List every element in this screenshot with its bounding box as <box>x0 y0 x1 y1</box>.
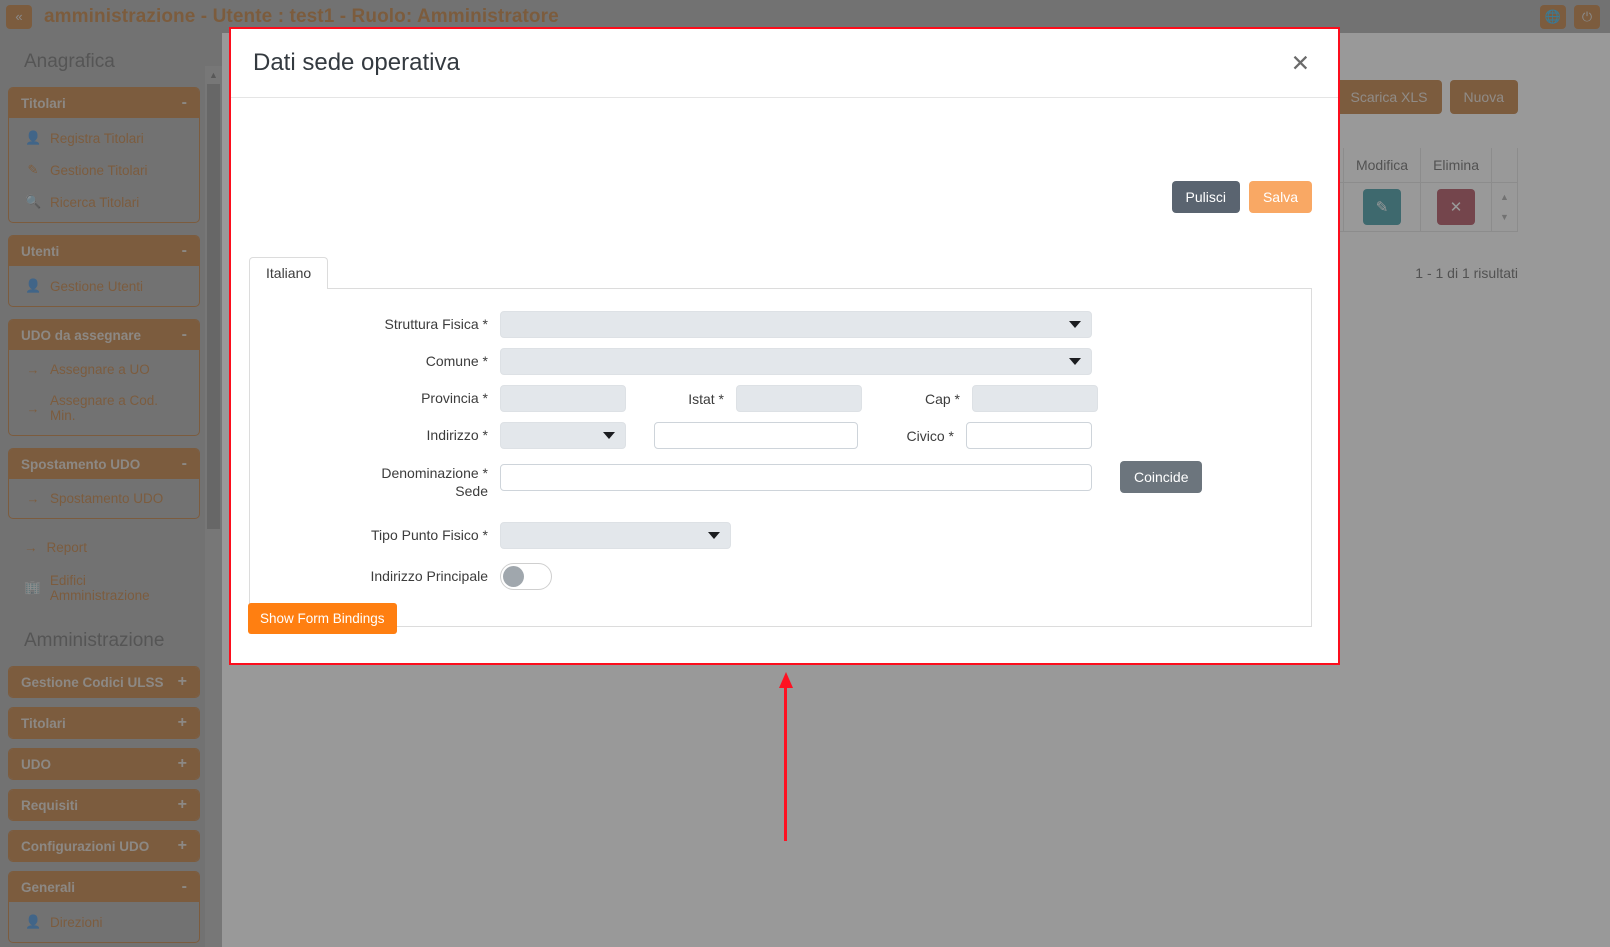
provincia-input[interactable] <box>500 385 626 412</box>
chevron-down-icon <box>708 532 720 539</box>
pulisci-button[interactable]: Pulisci <box>1171 181 1240 213</box>
control-denominazione-sede: Coincide <box>500 461 1203 493</box>
control-indirizzo-principale <box>500 563 552 590</box>
indirizzo-select[interactable] <box>500 422 626 449</box>
comune-select[interactable] <box>500 348 1092 375</box>
indirizzo-principale-toggle[interactable] <box>500 563 552 590</box>
row-denominazione-sede: Denominazione * Sede Coincide <box>250 461 1311 500</box>
show-form-bindings-button[interactable]: Show Form Bindings <box>248 603 397 634</box>
cap-input[interactable] <box>972 385 1098 412</box>
label-provincia: Provincia * <box>421 389 488 406</box>
label-indirizzo-principale: Indirizzo Principale <box>370 567 489 584</box>
control-indirizzo-civico: Civico * <box>500 422 1092 449</box>
label-cap: Cap * <box>924 390 960 407</box>
tipo-punto-fisico-select[interactable] <box>500 522 731 549</box>
label-denominazione-line2: Sede <box>455 482 488 499</box>
indirizzo-text-input[interactable] <box>654 422 858 449</box>
arrow-line <box>784 686 787 841</box>
chevron-down-icon <box>603 432 615 439</box>
struttura-fisica-select[interactable] <box>500 311 1092 338</box>
modal-body: Pulisci Salva Italiano Struttura Fisica … <box>231 98 1338 665</box>
label-denominazione-sede: Denominazione * Sede <box>250 461 500 500</box>
label-civico: Civico * <box>906 427 954 444</box>
app-root: « amministrazione - Utente : test1 - Ruo… <box>0 0 1610 947</box>
chevron-down-icon <box>1069 321 1081 328</box>
salva-button[interactable]: Salva <box>1248 181 1312 213</box>
control-struttura-fisica <box>500 311 1092 338</box>
coincide-button[interactable]: Coincide <box>1120 461 1203 493</box>
tab-panel-italiano: Struttura Fisica * Comune * Provincia * … <box>249 288 1312 627</box>
label-tipo-punto-fisico: Tipo Punto Fisico * <box>371 526 488 543</box>
modal-header: Dati sede operativa ✕ <box>231 29 1338 98</box>
control-provincia-istat-cap: Istat * Cap * <box>500 385 1098 412</box>
row-tipo-punto-fisico: Tipo Punto Fisico * <box>250 522 1311 549</box>
denominazione-sede-input[interactable] <box>500 463 1092 491</box>
row-indirizzo-civico: Indirizzo * Civico * <box>250 422 1311 449</box>
control-comune <box>500 348 1092 375</box>
row-struttura-fisica: Struttura Fisica * <box>250 311 1311 338</box>
label-struttura-fisica: Struttura Fisica * <box>384 315 488 332</box>
dati-sede-operativa-modal: Dati sede operativa ✕ Pulisci Salva Ital… <box>229 27 1340 665</box>
modal-title: Dati sede operativa <box>253 49 460 76</box>
label-istat: Istat * <box>688 390 724 407</box>
row-comune: Comune * <box>250 348 1311 375</box>
modal-action-buttons: Pulisci Salva <box>1171 181 1312 213</box>
label-denominazione-line1: Denominazione * <box>381 465 488 481</box>
tab-strip: Italiano <box>249 256 1312 289</box>
label-comune: Comune * <box>425 352 488 369</box>
close-icon[interactable]: ✕ <box>1285 48 1316 79</box>
row-indirizzo-principale: Indirizzo Principale <box>250 563 1311 590</box>
control-tipo-punto-fisico <box>500 522 731 549</box>
row-provincia-istat-cap: Provincia * Istat * Cap * <box>250 385 1311 412</box>
civico-input[interactable] <box>966 422 1092 449</box>
form-tabs-wrapper: Italiano Struttura Fisica * Comune * Pro… <box>249 256 1312 627</box>
label-indirizzo: Indirizzo * <box>426 426 488 443</box>
tab-italiano[interactable]: Italiano <box>249 257 329 289</box>
istat-input[interactable] <box>736 385 862 412</box>
annotation-arrow <box>779 672 793 841</box>
chevron-down-icon <box>1069 358 1081 365</box>
